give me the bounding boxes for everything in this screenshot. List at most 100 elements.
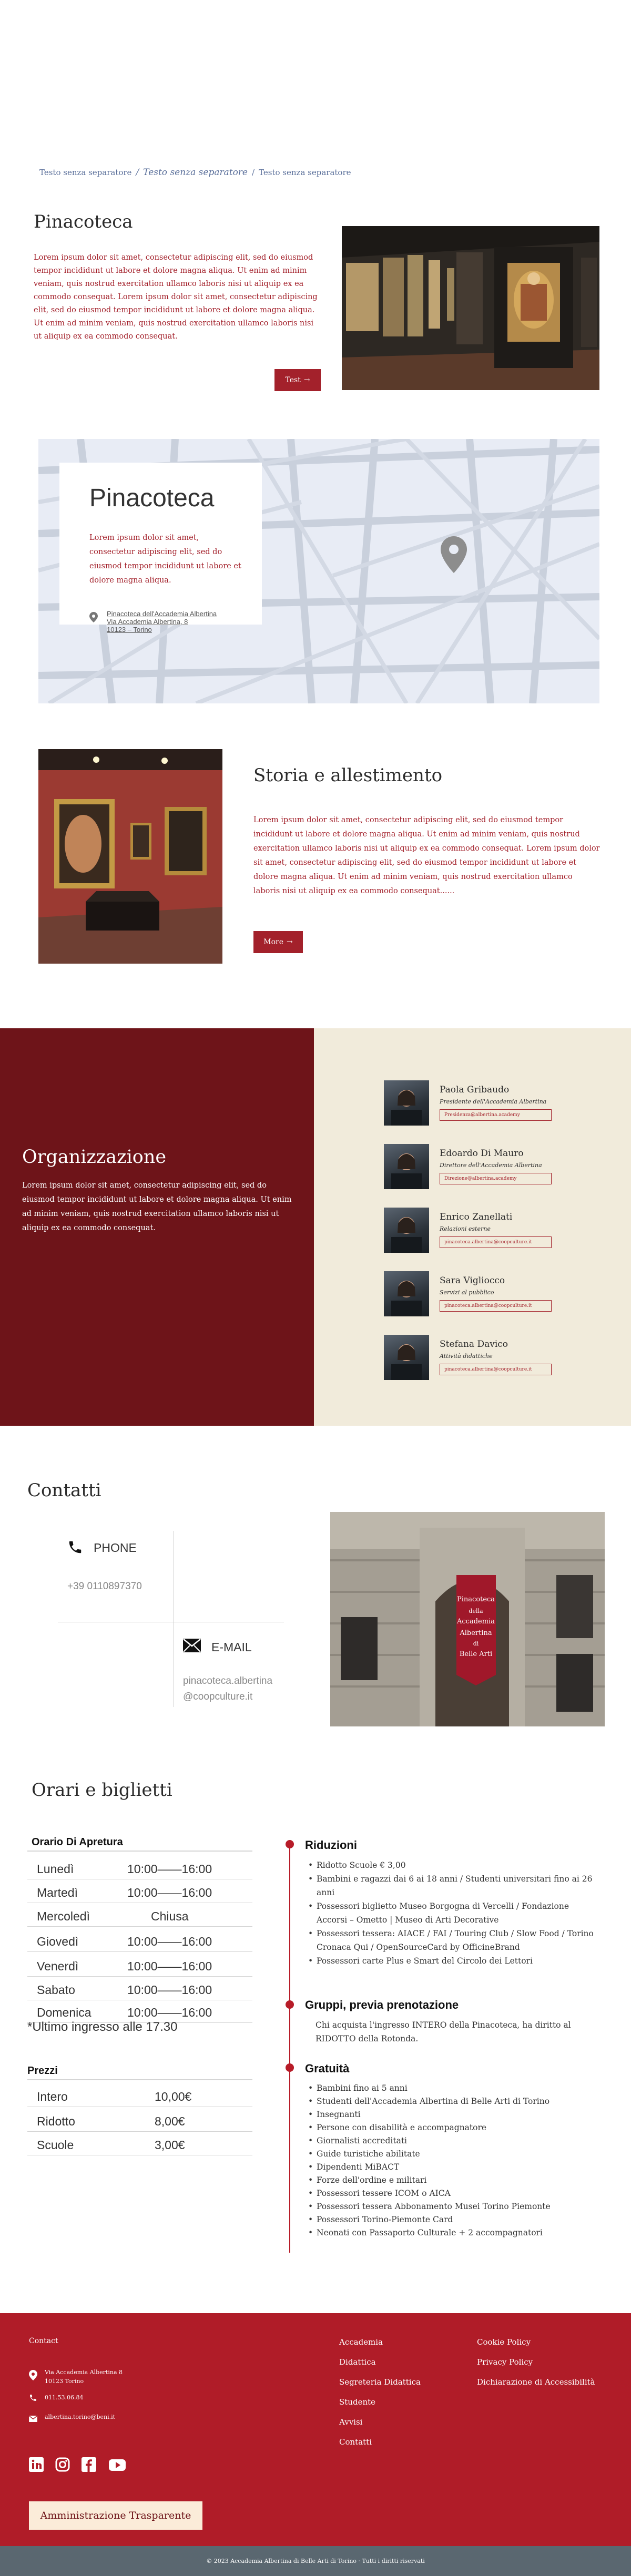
timeline-dot	[286, 1840, 294, 1848]
facebook-icon[interactable]	[82, 2457, 96, 2472]
more-button-label: More	[263, 938, 283, 946]
map-address-link[interactable]: Pinacoteca dell'Accademia Albertina Via …	[107, 610, 238, 633]
list-item: Guide turistiche abilitate	[305, 2148, 599, 2161]
divider	[27, 2079, 252, 2080]
list-item: Neonati con Passaporto Culturale + 2 acc…	[305, 2226, 599, 2240]
list-item: Bambini e ragazzi dai 6 ai 18 anni / Stu…	[305, 1872, 599, 1899]
staff-card: Stefana Davico Attività didattiche pinac…	[384, 1335, 605, 1382]
hours-row: Sabato 10:00——16:00	[27, 1978, 252, 2000]
orari-title: Orari e biglietti	[32, 1780, 172, 1801]
footer-phone[interactable]: 011.53.06.84	[45, 2393, 83, 2402]
staff-email[interactable]: Direzione@albertina.academy	[440, 1173, 552, 1184]
amministrazione-trasparente-button[interactable]: Amministrazione Trasparente	[29, 2501, 202, 2530]
gruppi-heading: Gruppi, previa prenotazione	[305, 1998, 459, 2011]
footer-link-contatti[interactable]: Contatti	[339, 2432, 421, 2452]
day: Lunedì	[37, 1862, 74, 1876]
avatar	[384, 1144, 429, 1189]
avatar	[384, 1080, 429, 1126]
riduzioni-list: Ridotto Scuole € 3,00 Bambini e ragazzi …	[305, 1858, 599, 1968]
email-line: pinacoteca.albertina	[183, 1675, 273, 1686]
list-item: Insegnanti	[305, 2108, 599, 2121]
day: Giovedì	[37, 1935, 79, 1948]
intro-text: Lorem ipsum dolor sit amet, consectetur …	[34, 253, 318, 341]
phone-icon	[67, 1539, 83, 1557]
timeline	[286, 1840, 294, 2253]
day: Domenica	[37, 2006, 91, 2019]
timeline-dot	[286, 2000, 294, 2009]
youtube-icon[interactable]	[109, 2457, 126, 2472]
linkedin-icon[interactable]	[29, 2457, 44, 2472]
location-pin-icon	[29, 2370, 37, 2383]
list-item: Bambini fino ai 5 anni	[305, 2082, 599, 2095]
list-item: Possessori biglietto Museo Borgogna di V…	[305, 1899, 599, 1927]
time: 10:00——16:00	[127, 2006, 212, 2019]
banner-line: della	[469, 1608, 483, 1614]
staff-role: Attività didattiche	[440, 1353, 493, 1359]
staff-card: Sara Vigliocco Servizi al pubblico pinac…	[384, 1271, 605, 1318]
address-line: 10123 – Torino	[107, 626, 152, 633]
email-value[interactable]: pinacoteca.albertina @coopculture.it	[183, 1673, 272, 1705]
footer-email[interactable]: albertina.torino@beni.it	[45, 2413, 115, 2421]
staff-role: Relazioni esterne	[440, 1225, 491, 1232]
address-line: Via Accademia Albertina 8	[45, 2369, 123, 2376]
footer-link-privacy[interactable]: Privacy Policy	[477, 2352, 595, 2372]
price-row: Ridotto 8,00€	[27, 2110, 252, 2132]
staff-name: Edoardo Di Mauro	[440, 1148, 524, 1159]
footer-link-accessibilita[interactable]: Dichiarazione di Accessibilità	[477, 2372, 595, 2392]
test-button[interactable]: Test →	[274, 369, 321, 391]
gruppi-text: Chi acquista l'ingresso INTERO della Pin…	[316, 2020, 571, 2043]
hours-heading: Orario Di Apretura	[32, 1836, 123, 1848]
footer-link-segreteria[interactable]: Segreteria Didattica	[339, 2372, 421, 2392]
footer-address: Via Accademia Albertina 8 10123 Torino	[45, 2368, 123, 2386]
building-photo: Pinacoteca della Accademia Albertina di …	[330, 1512, 605, 1726]
day: Martedì	[37, 1886, 78, 1899]
org-text: Lorem ipsum dolor sit amet, consectetur …	[22, 1181, 292, 1232]
breadcrumb-item[interactable]: Testo senza separatore	[259, 168, 351, 177]
staff-email[interactable]: pinacoteca.albertina@coopculture.it	[440, 1236, 552, 1248]
banner-line: di	[473, 1640, 479, 1647]
arrow-right-icon: →	[287, 938, 293, 946]
staff-card: Enrico Zanellati Relazioni esterne pinac…	[384, 1208, 605, 1255]
phone-icon	[29, 2394, 37, 2404]
divider	[27, 1851, 252, 1852]
staff-card: Paola Gribaudo Presidente dell'Accademia…	[384, 1080, 605, 1128]
staff-email[interactable]: pinacoteca.albertina@coopculture.it	[440, 1300, 552, 1312]
footer-link-accademia[interactable]: Accademia	[339, 2332, 421, 2352]
avatar	[384, 1335, 429, 1380]
gallery-photo	[342, 226, 599, 390]
prices-heading: Prezzi	[27, 2065, 58, 2077]
staff-email[interactable]: Presidenza@albertina.academy	[440, 1109, 552, 1121]
org-title: Organizzazione	[22, 1147, 167, 1168]
day: Mercoledì	[37, 1909, 90, 1923]
time: 10:00——16:00	[127, 1983, 212, 1997]
time: 10:00——16:00	[127, 1935, 212, 1948]
footer-link-cookie[interactable]: Cookie Policy	[477, 2332, 595, 2352]
time: Chiusa	[151, 1909, 189, 1923]
test-button-label: Test	[285, 376, 301, 384]
list-item: Possessori carte Plus e Smart del Circol…	[305, 1954, 599, 1968]
breadcrumb-item[interactable]: Testo senza separatore	[39, 168, 131, 177]
footer-link-studente[interactable]: Studente	[339, 2392, 421, 2412]
time: 10:00——16:00	[127, 1886, 212, 1899]
storia-photo	[38, 749, 222, 964]
phone-value[interactable]: +39 0110897370	[67, 1579, 142, 1594]
price-value: 3,00€	[155, 2138, 185, 2152]
breadcrumb-item[interactable]: Testo senza separatore	[143, 167, 248, 178]
hours-row: Mercoledì Chiusa	[27, 1905, 252, 1927]
footer-nav: Accademia Didattica Segreteria Didattica…	[339, 2332, 421, 2452]
more-button[interactable]: More →	[253, 931, 303, 953]
time: 10:00——16:00	[127, 1862, 212, 1876]
price-label: Ridotto	[37, 2114, 75, 2128]
footer-link-didattica[interactable]: Didattica	[339, 2352, 421, 2372]
staff-name: Stefana Davico	[440, 1339, 508, 1350]
list-item: Possessori Torino-Piemonte Card	[305, 2213, 599, 2226]
phone-label: PHONE	[94, 1541, 137, 1555]
footer-link-avvisi[interactable]: Avvisi	[339, 2412, 421, 2432]
email-label: E-MAIL	[211, 1640, 252, 1654]
breadcrumb: Testo senza separatore / Testo senza sep…	[39, 167, 351, 178]
map-pin-icon[interactable]	[441, 536, 467, 575]
instagram-icon[interactable]	[55, 2457, 70, 2472]
address-line: Pinacoteca dell'Accademia Albertina	[107, 610, 217, 618]
staff-email[interactable]: pinacoteca.albertina@coopculture.it	[440, 1364, 552, 1375]
price-row: Scuole 3,00€	[27, 2133, 252, 2155]
